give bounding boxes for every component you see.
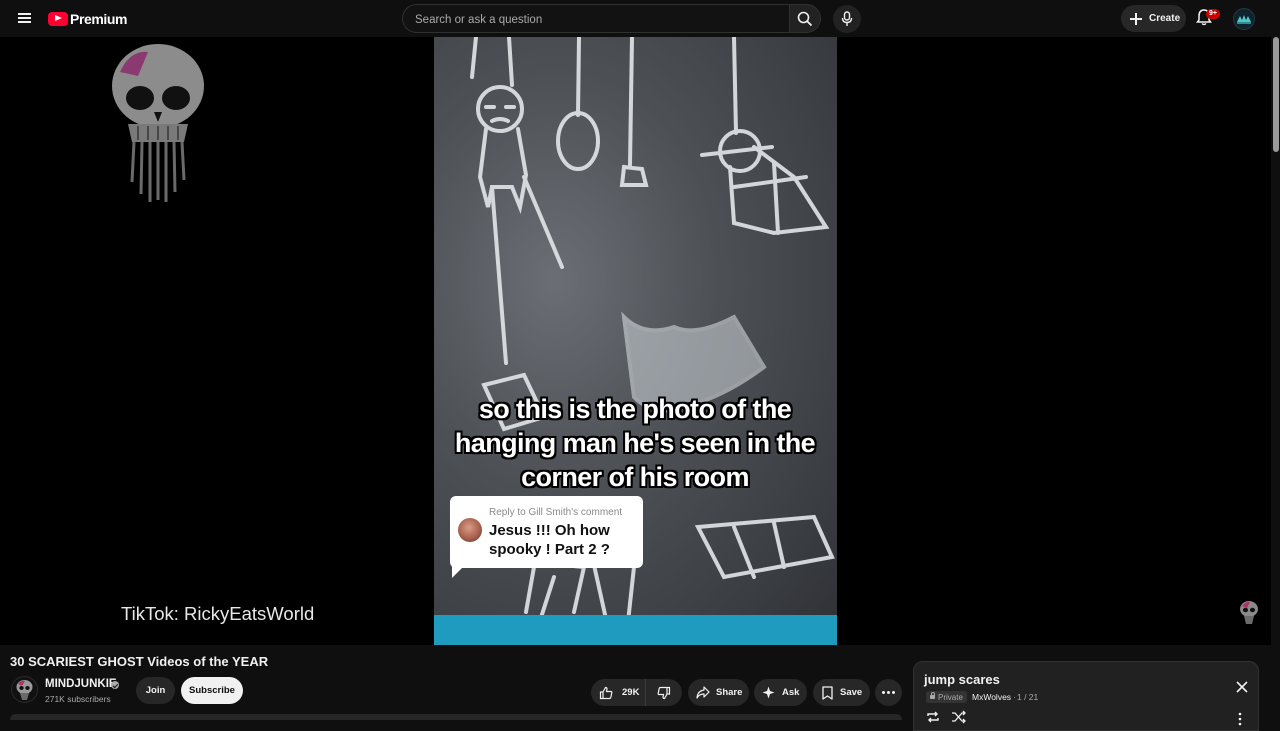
description-box[interactable]	[10, 714, 902, 720]
search-box	[402, 4, 789, 33]
plus-icon	[1130, 12, 1142, 25]
voice-search-button[interactable]	[833, 5, 861, 33]
video-frame-bottom	[434, 615, 837, 645]
reply-text: Jesus !!! Oh how spooky ! Part 2 ?	[489, 522, 610, 558]
commenter-avatar	[458, 518, 482, 542]
close-icon[interactable]	[1235, 680, 1249, 694]
bookmark-icon	[822, 685, 833, 700]
playlist-separator: ·	[1013, 692, 1016, 702]
user-avatar[interactable]	[1233, 8, 1255, 30]
dislike-button[interactable]	[646, 679, 682, 706]
like-icon	[599, 686, 613, 699]
search-input[interactable]	[413, 10, 777, 30]
playlist-owner[interactable]: MxWolves	[972, 692, 1011, 702]
youtube-logo-icon	[48, 11, 68, 26]
search-icon	[797, 11, 813, 27]
video-title: 30 SCARIEST GHOST Videos of the YEAR	[10, 654, 269, 669]
channel-avatar[interactable]	[11, 676, 38, 703]
video-player[interactable]: so this is the photo of the hanging man …	[0, 37, 1271, 645]
tiktok-reply-card: Reply to Gill Smith's comment Jesus !!! …	[450, 496, 643, 578]
channel-watermark-icon[interactable]	[1238, 600, 1260, 626]
like-button[interactable]: 29K	[591, 679, 646, 706]
page-scrollbar[interactable]	[1271, 37, 1280, 720]
playlist-privacy-badge: Private	[926, 691, 967, 703]
share-button[interactable]: Share	[688, 679, 749, 706]
kebab-icon[interactable]	[1237, 712, 1243, 726]
share-icon	[696, 686, 710, 699]
share-label: Share	[716, 687, 743, 698]
dislike-icon	[657, 686, 671, 699]
subscribe-button[interactable]: Subscribe	[181, 677, 243, 704]
save-button[interactable]: Save	[813, 679, 870, 706]
tiktok-credit: TikTok: RickyEatsWorld	[121, 603, 315, 624]
search-button[interactable]	[789, 4, 821, 33]
scrollbar-thumb[interactable]	[1273, 37, 1279, 152]
shuffle-icon[interactable]	[951, 710, 967, 724]
ask-label: Ask	[782, 687, 800, 698]
menu-icon[interactable]	[12, 6, 36, 30]
join-button[interactable]: Join	[136, 677, 175, 704]
top-bar: Premium Create 9+	[0, 0, 1280, 37]
playlist-title[interactable]: jump scares	[924, 672, 1000, 687]
video-caption: so this is the photo of the hanging man …	[454, 394, 816, 492]
verified-icon	[111, 681, 119, 689]
youtube-premium-logo[interactable]: Premium	[48, 10, 128, 27]
mic-icon	[841, 11, 853, 26]
skull-avatar-icon	[16, 680, 33, 700]
like-dislike-group: 29K	[591, 679, 682, 706]
avatar-image	[1237, 15, 1251, 24]
create-label: Create	[1149, 13, 1181, 24]
playlist-panel: jump scares Private MxWolves · 1 / 21	[913, 661, 1259, 731]
channel-skull-logo	[112, 44, 204, 202]
notifications-badge: 9+	[1206, 9, 1220, 19]
sparkle-icon	[762, 686, 775, 699]
loop-icon[interactable]	[925, 710, 941, 724]
channel-name[interactable]: MINDJUNKIE	[45, 678, 117, 690]
brand-label: Premium	[70, 10, 128, 27]
privacy-label: Private	[938, 692, 963, 702]
save-label: Save	[840, 687, 863, 698]
playlist-position: 1 / 21	[1017, 692, 1039, 702]
create-button[interactable]: Create	[1121, 5, 1186, 32]
lock-icon	[930, 692, 935, 699]
subscriber-count: 271K subscribers	[45, 694, 111, 704]
more-actions-button[interactable]	[875, 679, 902, 706]
ask-button[interactable]: Ask	[754, 679, 807, 706]
reply-header: Reply to Gill Smith's comment	[489, 507, 623, 518]
like-count: 29K	[622, 687, 640, 698]
more-icon	[882, 691, 885, 694]
video-frame: so this is the photo of the hanging man …	[434, 37, 837, 645]
